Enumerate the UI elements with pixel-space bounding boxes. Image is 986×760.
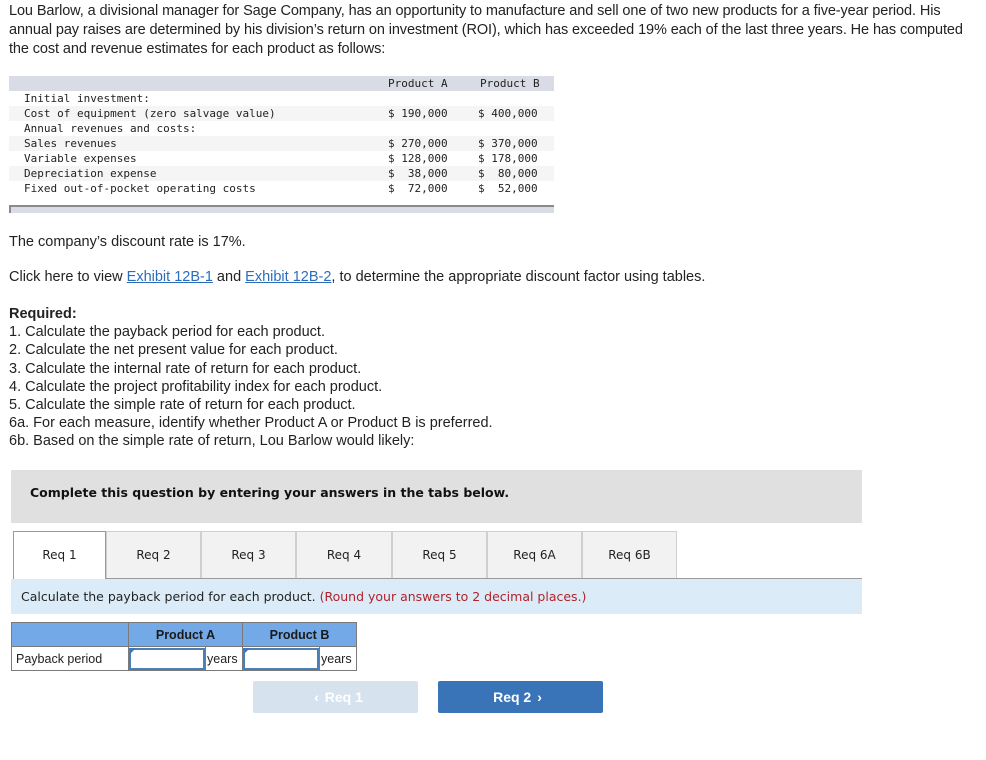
value-b: $ 400,000 <box>478 107 538 120</box>
tab-req-5[interactable]: Req 5 <box>392 531 487 578</box>
unit-label: years <box>319 646 357 671</box>
chevron-left-icon: ‹ <box>314 689 319 705</box>
table-row: Initial investment: <box>9 91 554 106</box>
exhibit-line: Click here to view Exhibit 12B-1 and Exh… <box>9 269 705 285</box>
rounding-note: (Round your answers to 2 decimal places.… <box>319 589 587 604</box>
exhibit-12b-2-link[interactable]: Exhibit 12B-2 <box>245 269 331 285</box>
input-flag-icon <box>244 648 250 654</box>
header-product-b: Product B <box>242 622 357 647</box>
answer-header-row: Product A Product B <box>11 622 357 647</box>
payback-product-b-input[interactable] <box>243 647 319 670</box>
header-product-a: Product A <box>388 77 448 90</box>
tab-req-6a[interactable]: Req 6A <box>487 531 582 578</box>
row-label: Fixed out-of-pocket operating costs <box>24 182 256 195</box>
required-list: Required: 1. Calculate the payback perio… <box>9 305 493 451</box>
value-b: $ 370,000 <box>478 137 538 150</box>
exhibit-12b-1-link[interactable]: Exhibit 12B-1 <box>127 269 213 285</box>
table-header: Product A Product B <box>9 76 554 91</box>
row-label-payback: Payback period <box>11 646 129 671</box>
input-flag-icon <box>130 648 136 654</box>
table-row: Sales revenues $ 270,000 $ 370,000 <box>9 136 554 151</box>
table-footer <box>9 205 554 213</box>
exhibit-prefix: Click here to view <box>9 269 127 285</box>
banner-text: Complete this question by entering your … <box>30 485 510 500</box>
value-b: $ 178,000 <box>478 152 538 165</box>
next-req-button[interactable]: Req 2 › <box>438 681 603 713</box>
next-label: Req 2 <box>493 689 532 705</box>
required-item: 1. Calculate the payback period for each… <box>9 324 325 341</box>
value-b: $ 52,000 <box>478 182 538 195</box>
chevron-right-icon: › <box>537 689 542 705</box>
required-item: 6a. For each measure, identify whether P… <box>9 415 493 432</box>
table-row: Fixed out-of-pocket operating costs $ 72… <box>9 181 554 196</box>
table-row: Annual revenues and costs: <box>9 121 554 136</box>
prev-label: Req 1 <box>324 689 363 705</box>
tab-req-1[interactable]: Req 1 <box>13 531 106 579</box>
row-label: Cost of equipment (zero salvage value) <box>24 107 276 120</box>
value-a: $ 270,000 <box>388 137 448 150</box>
instruction-text: Calculate the payback period for each pr… <box>21 589 320 604</box>
problem-intro: Lou Barlow, a divisional manager for Sag… <box>9 3 963 57</box>
required-item: 4. Calculate the project profitability i… <box>9 378 383 395</box>
required-item: 3. Calculate the internal rate of return… <box>9 360 362 377</box>
cost-revenue-table: Product A Product B Initial investment: … <box>9 76 554 213</box>
unit-label: years <box>205 646 243 671</box>
header-product-b: Product B <box>480 77 540 90</box>
row-label: Annual revenues and costs: <box>24 122 197 135</box>
required-title: Required: <box>9 306 77 322</box>
table-row: Variable expenses $ 128,000 $ 178,000 <box>9 151 554 166</box>
required-item: 6b. Based on the simple rate of return, … <box>9 433 415 450</box>
value-a: $ 190,000 <box>388 107 448 120</box>
prev-req-button[interactable]: ‹ Req 1 <box>253 681 418 713</box>
row-label: Variable expenses <box>24 152 137 165</box>
instruction-bar: Calculate the payback period for each pr… <box>11 579 862 614</box>
value-a: $ 72,000 <box>388 182 448 195</box>
answer-row-payback: Payback period years years <box>11 646 357 671</box>
required-item: 5. Calculate the simple rate of return f… <box>9 397 356 414</box>
value-a: $ 128,000 <box>388 152 448 165</box>
value-b: $ 80,000 <box>478 167 538 180</box>
payback-b-cell <box>242 646 320 671</box>
instructions-banner: Complete this question by entering your … <box>11 470 862 523</box>
required-item: 2. Calculate the net present value for e… <box>9 342 338 359</box>
table-row: Cost of equipment (zero salvage value) $… <box>9 106 554 121</box>
row-label: Sales revenues <box>24 137 117 150</box>
tab-req-6b[interactable]: Req 6B <box>582 531 677 578</box>
row-label: Initial investment: <box>24 92 150 105</box>
header-blank <box>11 622 129 647</box>
tab-req-2[interactable]: Req 2 <box>106 531 201 578</box>
row-label: Depreciation expense <box>24 167 157 180</box>
exhibit-middle: and <box>212 269 246 285</box>
discount-rate-text: The company’s discount rate is 17%. <box>9 234 246 250</box>
payback-a-cell <box>128 646 206 671</box>
table-row: Depreciation expense $ 38,000 $ 80,000 <box>9 166 554 181</box>
header-product-a: Product A <box>128 622 243 647</box>
answer-table: Product A Product B Payback period years… <box>11 622 357 671</box>
exhibit-suffix: , to determine the appropriate discount … <box>331 269 706 285</box>
value-a: $ 38,000 <box>388 167 448 180</box>
tab-req-3[interactable]: Req 3 <box>201 531 296 578</box>
tab-req-4[interactable]: Req 4 <box>296 531 392 578</box>
payback-product-a-input[interactable] <box>129 647 205 670</box>
